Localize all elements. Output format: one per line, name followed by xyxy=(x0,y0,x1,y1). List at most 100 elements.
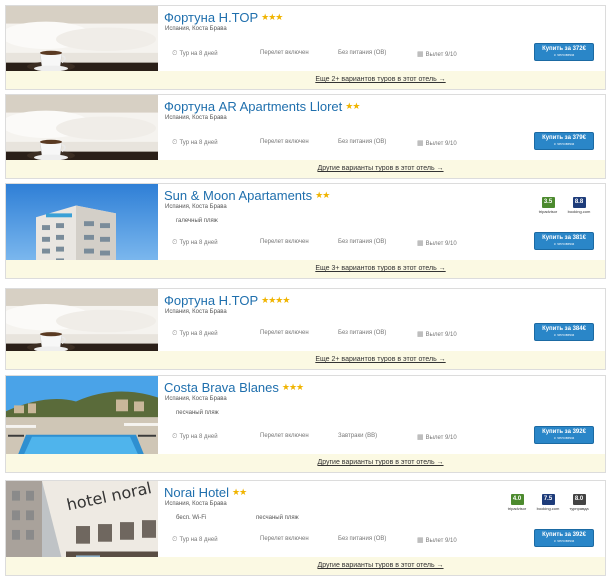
tour-meal: Без питания (OB) xyxy=(338,536,386,542)
buy-button[interactable]: Купить за 381€ с человека xyxy=(534,232,594,250)
tour-meal-text: Без питания (OB) xyxy=(338,239,387,245)
rating-source: tripadvisor xyxy=(538,209,558,214)
tour-meal-text: Без питания (OB) xyxy=(338,536,387,542)
tour-tour-text: Тур на 8 дней xyxy=(179,434,218,440)
buy-button[interactable]: Купить за 372€ с человека xyxy=(534,43,594,61)
buy-per-person-label: с человека xyxy=(553,52,575,57)
hotel-feature: песчаный пляж xyxy=(256,515,299,521)
more-options-bar: Другие варианты туров в этот отель → xyxy=(6,160,605,178)
tour-meal: Без питания (OB) xyxy=(338,330,386,336)
tour-tour-text: Тур на 8 дней xyxy=(179,51,218,57)
tour-tour-text: Тур на 8 дней xyxy=(179,240,218,246)
tour-flight: Перелет включен xyxy=(260,536,309,542)
more-options-bar: Другие варианты туров в этот отель → xyxy=(6,454,605,472)
calendar-icon: ▦ xyxy=(417,140,424,147)
tour-departure-text: Вылет 9/10 xyxy=(425,52,457,58)
tour-tour: ⏲ Тур на 8 дней xyxy=(172,50,218,58)
tour-departure-text: Вылет 9/10 xyxy=(425,538,457,544)
rating-badge[interactable]: 7.5 booking.com xyxy=(533,487,563,511)
more-options-bar: Другие варианты туров в этот отель → xyxy=(6,557,605,575)
star-rating-icon: ★★ xyxy=(232,487,247,497)
rating-badge[interactable]: 3.5 tripadvisor xyxy=(533,190,563,214)
hotel-title-link[interactable]: Costa Brava Blanes xyxy=(164,380,279,395)
clock-icon: ⏲ xyxy=(172,536,178,543)
tour-tour: ⏲ Тур на 8 дней xyxy=(172,330,218,338)
title-row: Sun & Moon Apartaments ★★ xyxy=(164,187,330,205)
hotel-card: Фортуна H.TOP ★★★★ Испания, Коста Брава ⏲ Ту… xyxy=(5,288,606,370)
tour-departure-text: Вылет 9/10 xyxy=(425,141,457,147)
tour-tour: ⏲ Тур на 8 дней xyxy=(172,139,218,147)
more-options-bar: Еще 2+ вариантов туров в этот отель → xyxy=(6,71,605,89)
tour-departure-text: Вылет 9/10 xyxy=(425,332,457,338)
hotel-location: Испания, Коста Брава xyxy=(165,26,227,32)
clock-icon: ⏲ xyxy=(172,139,178,146)
tour-meal: Без питания (OB) xyxy=(338,50,386,56)
tour-tour: ⏲ Тур на 8 дней xyxy=(172,433,218,441)
tour-departure-text: Вылет 9/10 xyxy=(425,435,457,441)
rating-source: booking.com xyxy=(567,209,591,214)
tour-meal-text: Без питания (OB) xyxy=(338,330,387,336)
tour-meal-text: Завтраки (BB) xyxy=(338,433,378,439)
tour-departure-text: Вылет 9/10 xyxy=(425,241,457,247)
clock-icon: ⏲ xyxy=(172,330,178,337)
buy-button[interactable]: Купить за 379€ с человека xyxy=(534,132,594,150)
clock-icon: ⏲ xyxy=(172,50,178,57)
tour-tour-text: Тур на 8 дней xyxy=(179,140,218,146)
hotel-results-list: Фортуна H.TOP ★★★ Испания, Коста Брава ⏲ Тур… xyxy=(0,0,611,582)
hotel-title-link[interactable]: Фортуна H.TOP xyxy=(164,10,258,25)
rating-badge[interactable]: 8.0 турправда xyxy=(564,487,594,511)
rating-badge[interactable]: 4.0 tripadvisor xyxy=(502,487,532,511)
buy-button[interactable]: Купить за 384€ с человека xyxy=(534,323,594,341)
tour-meal: Без питания (OB) xyxy=(338,139,386,145)
tour-departure: ▦ Вылет 9/10 xyxy=(417,139,457,147)
more-options-link[interactable]: Еще 2+ вариантов туров в этот отель → xyxy=(315,76,445,83)
buy-per-person-label: с человека xyxy=(553,332,575,337)
hotel-title-link[interactable]: Sun & Moon Apartaments xyxy=(164,188,312,203)
rating-source: booking.com xyxy=(536,506,560,511)
buy-per-person-label: с человека xyxy=(553,435,575,440)
more-options-link[interactable]: Другие варианты туров в этот отель → xyxy=(317,459,443,466)
tour-flight: Перелет включен xyxy=(260,433,309,439)
tour-flight-text: Перелет включен xyxy=(260,330,309,336)
tour-meal: Завтраки (BB) xyxy=(338,433,377,439)
star-rating-icon: ★★★★ xyxy=(261,295,290,305)
title-row: Фортуна AR Apartments Lloret ★★ xyxy=(164,98,360,116)
hotel-title-link[interactable]: Фортуна AR Apartments Lloret xyxy=(164,99,342,114)
more-options-link[interactable]: Другие варианты туров в этот отель → xyxy=(317,562,443,569)
calendar-icon: ▦ xyxy=(417,51,424,58)
tour-departure: ▦ Вылет 9/10 xyxy=(417,50,457,58)
rating-score: 3.5 xyxy=(541,197,555,208)
calendar-icon: ▦ xyxy=(417,331,424,338)
star-rating-icon: ★★ xyxy=(315,190,330,200)
calendar-icon: ▦ xyxy=(417,240,424,247)
clock-icon: ⏲ xyxy=(172,433,178,440)
tour-flight: Перелет включен xyxy=(260,50,309,56)
hotel-card: Фортуна H.TOP ★★★ Испания, Коста Брава ⏲ Тур… xyxy=(5,5,606,90)
buy-per-person-label: с человека xyxy=(553,538,575,543)
tour-tour: ⏲ Тур на 8 дней xyxy=(172,239,218,247)
tour-tour-text: Тур на 8 дней xyxy=(179,331,218,337)
more-options-link[interactable]: Еще 3+ вариантов туров в этот отель → xyxy=(315,265,445,272)
tour-flight: Перелет включен xyxy=(260,239,309,245)
hotel-location: Испания, Коста Брава xyxy=(165,309,227,315)
buy-button[interactable]: Купить за 392€ с человека xyxy=(534,426,594,444)
buy-per-person-label: с человека xyxy=(553,241,575,246)
rating-score: 8.8 xyxy=(572,197,586,208)
tour-meal-text: Без питания (OB) xyxy=(338,50,387,56)
rating-source: турправда xyxy=(569,506,589,511)
buy-per-person-label: с человека xyxy=(553,141,575,146)
hotel-title-link[interactable]: Фортуна H.TOP xyxy=(164,293,258,308)
more-options-link[interactable]: Еще 2+ вариантов туров в этот отель → xyxy=(315,356,445,363)
tour-flight: Перелет включен xyxy=(260,330,309,336)
hotel-title-link[interactable]: Norai Hotel xyxy=(164,485,229,500)
title-row: Norai Hotel ★★ xyxy=(164,484,247,502)
title-row: Фортуна H.TOP ★★★★ xyxy=(164,292,290,310)
rating-score: 8.0 xyxy=(572,494,586,505)
star-rating-icon: ★★ xyxy=(345,101,360,111)
tour-flight: Перелет включен xyxy=(260,139,309,145)
hotel-feature: бесп. Wi-Fi xyxy=(176,515,207,521)
tour-meal: Без питания (OB) xyxy=(338,239,386,245)
more-options-link[interactable]: Другие варианты туров в этот отель → xyxy=(317,165,443,172)
rating-badge[interactable]: 8.8 booking.com xyxy=(564,190,594,214)
buy-button[interactable]: Купить за 392€ с человека xyxy=(534,529,594,547)
